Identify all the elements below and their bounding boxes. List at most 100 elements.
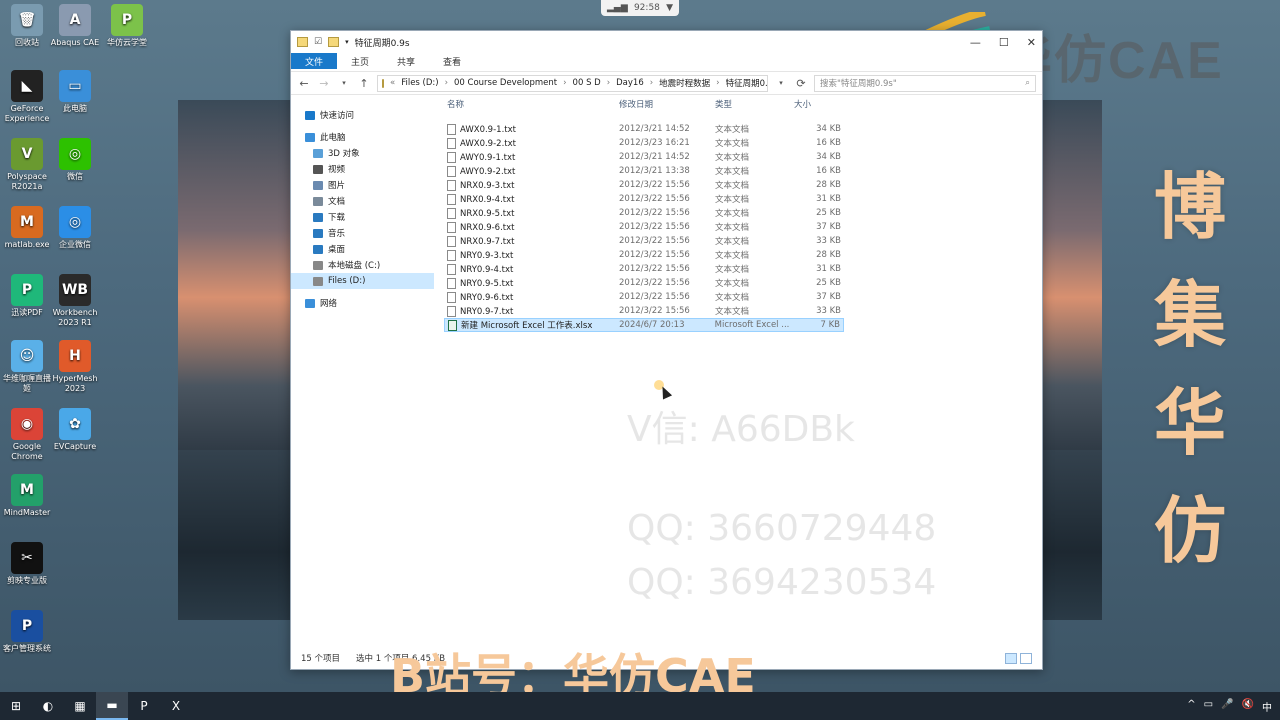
nav-item[interactable]: 下载 [291, 209, 434, 225]
file-size: 33 KB [816, 236, 841, 246]
taskbar-item[interactable]: X [160, 692, 192, 720]
column-header-type[interactable]: 类型 [715, 98, 794, 110]
desktop-icon[interactable]: P 迅读PDF [0, 274, 54, 318]
taskbar-item[interactable]: P [128, 692, 160, 720]
column-header-name[interactable]: 名称 [444, 98, 619, 110]
desktop-icon[interactable]: H HyperMesh 2023 [48, 340, 102, 394]
breadcrumb-chevron-icon[interactable]: › [607, 78, 610, 88]
breadcrumb-item[interactable]: Day16 [616, 78, 644, 88]
search-box[interactable]: 搜索"特征周期0.9s" ⌕ [814, 74, 1036, 92]
breadcrumb-item[interactable]: 00 S D [573, 78, 601, 88]
breadcrumb-chevron-icon[interactable]: › [445, 78, 448, 88]
tray-icon[interactable]: 🔇 [1242, 699, 1254, 714]
column-header-date[interactable]: 修改日期 [619, 98, 715, 110]
back-arrow-icon[interactable]: ← [297, 77, 311, 90]
file-row[interactable]: AWX0.9-1.txt 2012/3/21 14:52 文本文档 34 KB [444, 122, 844, 136]
desktop-icon[interactable]: V Polyspace R2021a [0, 138, 54, 192]
desktop-icon[interactable]: P 华仿云学堂 [100, 4, 154, 48]
forward-arrow-icon[interactable]: → [317, 77, 331, 90]
ribbon-tab[interactable]: 文件 [291, 53, 338, 69]
large-icons-view-icon[interactable] [1020, 652, 1032, 664]
file-row[interactable]: NRX0.9-5.txt 2012/3/22 15:56 文本文档 25 KB [444, 206, 844, 220]
refresh-icon[interactable]: ⟳ [794, 77, 808, 90]
nav-item[interactable]: 桌面 [291, 241, 434, 257]
taskbar-item[interactable]: ▦ [64, 692, 96, 720]
breadcrumb-item[interactable]: 00 Course Development [454, 78, 557, 88]
file-row[interactable]: NRX0.9-4.txt 2012/3/22 15:56 文本文档 31 KB [444, 192, 844, 206]
breadcrumb-chevron-icon[interactable]: › [716, 78, 719, 88]
file-row[interactable]: AWX0.9-2.txt 2012/3/23 16:21 文本文档 16 KB [444, 136, 844, 150]
close-button[interactable]: ✕ [1027, 36, 1036, 49]
breadcrumb-chevron-icon[interactable]: › [650, 78, 653, 88]
address-bar[interactable]: « Files (D:) › 00 Course Development › 00 S … [377, 74, 768, 92]
file-row[interactable]: NRX0.9-6.txt 2012/3/22 15:56 文本文档 37 KB [444, 220, 844, 234]
taskbar-item[interactable]: ⊞ [0, 692, 32, 720]
file-row[interactable]: NRX0.9-7.txt 2012/3/22 15:56 文本文档 33 KB [444, 234, 844, 248]
nav-item[interactable]: 图片 [291, 177, 434, 193]
remote-topbar[interactable]: ▂▄▆ 92:58 ▼ [601, 0, 679, 16]
file-row[interactable]: NRY0.9-6.txt 2012/3/22 15:56 文本文档 37 KB [444, 290, 844, 304]
quick-access-dropdown-icon[interactable]: ▾ [345, 38, 349, 46]
file-row[interactable]: NRX0.9-3.txt 2012/3/22 15:56 文本文档 28 KB [444, 178, 844, 192]
tray-icon[interactable]: ^ [1187, 699, 1195, 714]
desktop-icon[interactable]: ◎ 微信 [48, 138, 102, 182]
new-folder-icon[interactable] [328, 37, 340, 47]
recent-dropdown-icon[interactable]: ▾ [337, 79, 351, 87]
desktop-icon[interactable]: ✂ 剪映专业版 [0, 542, 54, 586]
file-row[interactable]: AWY0.9-2.txt 2012/3/21 13:38 文本文档 16 KB [444, 164, 844, 178]
up-arrow-icon[interactable]: ↑ [357, 77, 371, 90]
nav-item[interactable]: Files (D:) [291, 273, 434, 289]
ribbon-tab[interactable]: 主页 [337, 53, 383, 69]
chevron-down-icon[interactable]: ▼ [666, 3, 673, 13]
desktop-icon[interactable]: A Abaqus CAE [48, 4, 102, 48]
file-row[interactable]: NRY0.9-7.txt 2012/3/22 15:56 文本文档 33 KB [444, 304, 844, 318]
details-view-icon[interactable] [1005, 652, 1017, 664]
desktop-icon[interactable]: WB Workbench 2023 R1 [48, 274, 102, 328]
file-row[interactable]: NRY0.9-4.txt 2012/3/22 15:56 文本文档 31 KB [444, 262, 844, 276]
breadcrumb-chevron-icon[interactable]: › [563, 78, 566, 88]
file-type: 文本文档 [715, 167, 750, 177]
breadcrumb-item[interactable]: Files (D:) [401, 78, 438, 88]
nav-item[interactable]: 3D 对象 [291, 145, 434, 161]
maximize-button[interactable]: ☐ [999, 36, 1009, 49]
search-input[interactable]: 搜索"特征周期0.9s" [820, 77, 897, 89]
tray-icon[interactable]: 🎤 [1221, 699, 1233, 714]
file-name-cell: AWX0.9-1.txt [444, 123, 619, 135]
desktop-icon[interactable]: Mmatlab.exe [0, 206, 54, 250]
file-name-cell: 新建 Microsoft Excel 工作表.xlsx [445, 319, 619, 331]
taskbar-item[interactable]: ◐ [32, 692, 64, 720]
properties-icon[interactable]: ☑ [314, 37, 322, 47]
desktop-icon[interactable]: 🗑 回收站 [0, 4, 54, 48]
column-header-size[interactable]: 大小 [794, 98, 844, 110]
desktop-icon[interactable]: ☺ 华维咖喱直播姬 [0, 340, 54, 394]
desktop-icon[interactable]: ◎ 企业微信 [48, 206, 102, 250]
breadcrumb-item[interactable]: 地震时程数据 [659, 77, 710, 89]
breadcrumb-item[interactable]: 特征周期0.9s [726, 77, 767, 89]
file-row[interactable]: AWY0.9-1.txt 2012/3/21 14:52 文本文档 34 KB [444, 150, 844, 164]
desktop-icon[interactable]: P 客户管理系统 [0, 610, 54, 654]
overflow-chevron-icon[interactable]: « [390, 78, 395, 88]
nav-item[interactable]: 快速访问 [291, 107, 434, 123]
desktop-icon[interactable]: ✿ EVCapture [48, 408, 102, 452]
desktop-icon[interactable]: ▭ 此电脑 [48, 70, 102, 114]
file-row[interactable]: 新建 Microsoft Excel 工作表.xlsx 2024/6/7 20:1… [444, 318, 844, 332]
file-row[interactable]: NRY0.9-5.txt 2012/3/22 15:56 文本文档 25 KB [444, 276, 844, 290]
file-row[interactable]: NRY0.9-3.txt 2012/3/22 15:56 文本文档 28 KB [444, 248, 844, 262]
ribbon-tab[interactable]: 查看 [429, 53, 475, 69]
tray-icon[interactable]: 中 [1262, 699, 1272, 714]
desktop-icon[interactable]: ◉ Google Chrome [0, 408, 54, 462]
ribbon-tab[interactable]: 共享 [383, 53, 429, 69]
address-dropdown-icon[interactable]: ▾ [774, 79, 788, 87]
nav-item[interactable]: 本地磁盘 (C:) [291, 257, 434, 273]
nav-item[interactable]: 视频 [291, 161, 434, 177]
titlebar[interactable]: ☑ ▾ 特征周期0.9s — ☐ ✕ [291, 31, 1042, 53]
tray-icon[interactable]: ▭ [1204, 699, 1213, 714]
desktop-icon[interactable]: M MindMaster [0, 474, 54, 518]
minimize-button[interactable]: — [970, 36, 981, 49]
desktop-icon[interactable]: ◣ GeForce Experience [0, 70, 54, 124]
taskbar-item[interactable]: ▬ [96, 692, 128, 720]
nav-item[interactable]: 网络 [291, 295, 434, 311]
nav-item[interactable]: 此电脑 [291, 129, 434, 145]
nav-item[interactable]: 音乐 [291, 225, 434, 241]
nav-item[interactable]: 文档 [291, 193, 434, 209]
